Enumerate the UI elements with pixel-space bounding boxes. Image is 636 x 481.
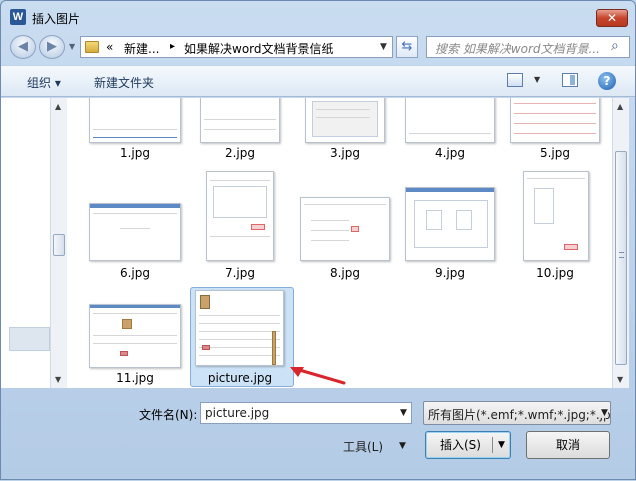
file-item[interactable]: 11.jpg <box>85 288 185 388</box>
file-list-scroll-thumb[interactable] <box>615 151 627 365</box>
close-button[interactable]: ✕ <box>596 9 628 27</box>
back-button[interactable]: ◀ <box>10 35 36 59</box>
file-thumbnail <box>405 98 495 143</box>
file-item[interactable]: 9.jpg <box>400 171 500 280</box>
file-list-scrollbar[interactable]: ▲ ▼ <box>612 98 629 388</box>
file-name: 10.jpg <box>536 266 574 280</box>
file-thumbnail <box>89 203 181 261</box>
file-item[interactable]: 7.jpg <box>190 171 290 280</box>
navigation-scroll-thumb[interactable] <box>53 234 65 256</box>
file-item[interactable]: 10.jpg <box>505 171 605 280</box>
file-item[interactable]: 6.jpg <box>85 171 185 280</box>
file-thumbnail <box>300 197 390 261</box>
refresh-icon: ⇆ <box>401 39 413 54</box>
view-icon[interactable] <box>507 73 523 87</box>
file-item[interactable]: 5.jpg <box>505 98 605 160</box>
scroll-up-arrow-icon[interactable]: ▲ <box>617 102 623 111</box>
file-name: 4.jpg <box>434 146 466 160</box>
file-name: 3.jpg <box>329 146 361 160</box>
file-type-dropdown-icon[interactable]: ▼ <box>599 408 608 418</box>
forward-arrow-icon: ▶ <box>47 39 57 54</box>
file-list: 1.jpg 2.jpg 3.jpg 4.jpg 5.jpg 6.jpg 7.jp… <box>67 98 612 388</box>
breadcrumb-overflow[interactable]: « <box>106 40 113 54</box>
filename-input[interactable]: picture.jpg ▼ <box>200 402 412 424</box>
file-type-value: 所有图片(*.emf;*.wmf;*.jpg;*.jp <box>428 408 611 422</box>
insert-button-label: 插入(S) <box>440 438 481 452</box>
breadcrumb-new-folder[interactable]: 新建... <box>124 40 159 57</box>
filename-dropdown-icon[interactable]: ▼ <box>400 408 407 418</box>
word-app-icon: W <box>10 9 26 25</box>
annotation-arrow-icon <box>290 367 346 385</box>
navigation-bar: ◀ ▶ ▼ « 新建... ▸ 如果解决word文档背景信纸 ▼ ⇆ 搜索 如果… <box>1 34 635 60</box>
organize-button[interactable]: 组织 ▾ <box>27 74 61 91</box>
folder-icon <box>85 41 99 53</box>
forward-button[interactable]: ▶ <box>39 35 65 59</box>
scroll-up-arrow-icon[interactable]: ▲ <box>55 102 61 111</box>
filename-label: 文件名(N): <box>139 408 198 422</box>
file-name: 1.jpg <box>119 146 151 160</box>
breadcrumb-separator-icon[interactable]: ▸ <box>170 41 175 52</box>
search-input[interactable]: 搜索 如果解决word文档背景... ⌕ <box>426 36 630 58</box>
scroll-down-arrow-icon[interactable]: ▼ <box>617 375 623 384</box>
file-thumbnail <box>195 290 284 366</box>
help-button[interactable]: ? <box>598 72 616 90</box>
file-thumbnail <box>305 98 385 143</box>
file-name: 2.jpg <box>224 146 256 160</box>
search-placeholder: 搜索 如果解决word文档背景... <box>435 42 600 56</box>
recent-pages-dropdown[interactable]: ▼ <box>69 42 75 51</box>
file-item[interactable]: 1.jpg <box>85 98 185 160</box>
file-item[interactable]: 4.jpg <box>400 98 500 160</box>
title-bar: W 插入图片 ✕ <box>1 1 635 35</box>
back-arrow-icon: ◀ <box>18 39 28 54</box>
new-folder-button[interactable]: 新建文件夹 <box>94 74 154 91</box>
file-item[interactable]: 2.jpg <box>190 98 290 160</box>
file-name: 5.jpg <box>539 146 571 160</box>
file-item[interactable]: 3.jpg <box>295 98 395 160</box>
file-thumbnail <box>206 171 274 261</box>
file-type-select[interactable]: 所有图片(*.emf;*.wmf;*.jpg;*.jp ▼ <box>423 401 611 425</box>
insert-button[interactable]: 插入(S) ▼ <box>425 431 511 459</box>
insert-picture-dialog: W 插入图片 ✕ ◀ ▶ ▼ « 新建... ▸ 如果解决word文档背景信纸 … <box>0 0 636 480</box>
file-thumbnail <box>200 98 280 143</box>
file-thumbnail <box>89 304 181 368</box>
file-name: 7.jpg <box>224 266 256 280</box>
file-name: 11.jpg <box>116 371 154 385</box>
command-toolbar: 组织 ▾ 新建文件夹 ▼ ? <box>1 65 635 97</box>
refresh-button[interactable]: ⇆ <box>396 36 418 58</box>
insert-dropdown-icon[interactable]: ▼ <box>498 432 505 458</box>
scroll-down-arrow-icon[interactable]: ▼ <box>55 375 61 384</box>
file-name: 8.jpg <box>329 266 361 280</box>
file-item[interactable]: 8.jpg <box>295 171 395 280</box>
navigation-pane-selected-item[interactable] <box>9 327 50 351</box>
filename-value[interactable]: picture.jpg <box>205 406 269 420</box>
breadcrumb-current-folder[interactable]: 如果解决word文档背景信纸 <box>184 40 334 57</box>
file-item-selected[interactable]: picture.jpg <box>194 288 294 388</box>
file-thumbnail <box>523 171 589 261</box>
tools-button[interactable]: 工具(L) <box>343 438 383 455</box>
dialog-footer: 文件名(N): picture.jpg ▼ 所有图片(*.emf;*.wmf;*… <box>1 388 635 481</box>
file-name: 6.jpg <box>119 266 151 280</box>
file-name: 9.jpg <box>434 266 466 280</box>
tools-dropdown-icon[interactable]: ▼ <box>399 441 406 451</box>
view-dropdown[interactable]: ▼ <box>534 75 540 84</box>
file-name: picture.jpg <box>207 371 273 385</box>
file-thumbnail <box>510 98 600 143</box>
file-thumbnail <box>405 187 495 261</box>
address-bar[interactable]: « 新建... ▸ 如果解决word文档背景信纸 ▼ <box>80 36 393 58</box>
navigation-pane-scrollbar[interactable]: ▲ ▼ <box>50 98 67 388</box>
address-dropdown[interactable]: ▼ <box>380 42 387 52</box>
dialog-title: 插入图片 <box>32 12 81 26</box>
search-icon[interactable]: ⌕ <box>611 38 619 54</box>
preview-pane-icon[interactable] <box>562 73 578 87</box>
file-thumbnail <box>89 98 181 143</box>
cancel-button[interactable]: 取消 <box>526 431 610 459</box>
